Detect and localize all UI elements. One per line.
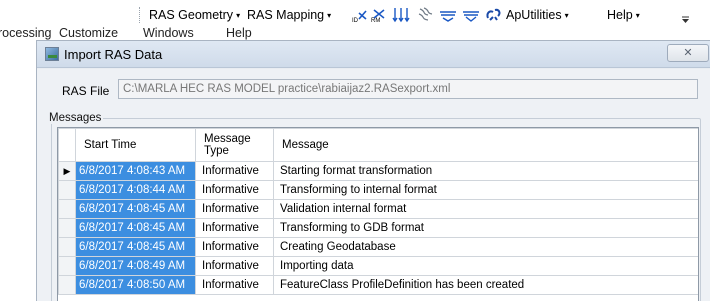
cell-message-type[interactable]: Informative xyxy=(195,237,274,257)
ras-file-label: RAS File xyxy=(62,84,110,98)
cell-message[interactable]: Importing data xyxy=(273,256,698,276)
table-row[interactable]: 6/8/2017 4:08:49 AM Informative Importin… xyxy=(58,256,698,276)
messages-group-label: Messages xyxy=(47,112,104,124)
column-header-message[interactable]: Message xyxy=(273,128,698,162)
help-toolbar-label: Help xyxy=(607,8,633,22)
cell-message[interactable]: FeatureClass ProfileDefinition has been … xyxy=(273,275,698,295)
ras-geometry-menu[interactable]: RAS Geometry ▾ xyxy=(149,8,240,23)
close-button[interactable]: ✕ xyxy=(667,44,709,62)
chevron-down-icon: ▾ xyxy=(564,11,569,20)
cell-message[interactable]: Transforming to internal format xyxy=(273,180,698,200)
chevron-down-icon: ▾ xyxy=(236,11,241,20)
cell-start-time[interactable]: 6/8/2017 4:08:45 AM xyxy=(75,199,196,219)
chevron-down-icon: ▾ xyxy=(635,11,640,20)
cell-start-time[interactable]: 6/8/2017 4:08:49 AM xyxy=(75,256,196,276)
aputilities-label: ApUtilities xyxy=(506,8,562,22)
row-header-corner xyxy=(58,128,76,162)
ras-file-field[interactable] xyxy=(118,79,698,99)
flow-path-icon[interactable] xyxy=(416,6,434,24)
cell-message[interactable]: Creating Geodatabase xyxy=(273,237,698,257)
table-row[interactable]: 6/8/2017 4:08:45 AM Informative Validati… xyxy=(58,199,698,219)
cell-start-time[interactable]: 6/8/2017 4:08:43 AM xyxy=(75,161,196,181)
menu-help[interactable]: Help xyxy=(226,26,252,40)
cell-message-type[interactable]: Informative xyxy=(195,256,274,276)
cell-message[interactable]: Starting format transformation xyxy=(273,161,698,181)
row-selector[interactable] xyxy=(58,237,76,257)
table-row[interactable]: 6/8/2017 4:08:44 AM Informative Transfor… xyxy=(58,180,698,200)
import-ras-icon xyxy=(45,47,59,61)
aputilities-menu[interactable]: ApUtilities ▾ xyxy=(506,8,569,23)
table-header-row: Start Time Message Type Message xyxy=(58,128,698,162)
cell-message-type[interactable]: Informative xyxy=(195,161,274,181)
table-row[interactable]: 6/8/2017 4:08:45 AM Informative Creating… xyxy=(58,237,698,257)
messages-grid[interactable]: Start Time Message Type Message ▶ 6/8/20… xyxy=(57,127,699,301)
cell-message-type[interactable]: Informative xyxy=(195,218,274,238)
svg-text:ID: ID xyxy=(352,18,359,24)
close-icon: ✕ xyxy=(683,47,693,59)
ras-mapping-menu[interactable]: RAS Mapping ▾ xyxy=(247,8,331,23)
messages-table: Start Time Message Type Message ▶ 6/8/20… xyxy=(58,128,698,295)
help-toolbar-menu[interactable]: Help ▾ xyxy=(607,8,640,23)
row-selector[interactable] xyxy=(58,199,76,219)
column-header-message-type[interactable]: Message Type xyxy=(195,128,274,162)
bank-lines-icon[interactable] xyxy=(438,6,458,24)
stream-lines-icon[interactable] xyxy=(392,6,410,24)
row-selector[interactable]: ▶ xyxy=(58,161,76,181)
menu-processing[interactable]: rocessing xyxy=(0,26,52,40)
table-row[interactable]: 6/8/2017 4:08:45 AM Informative Transfor… xyxy=(58,218,698,238)
cell-message[interactable]: Validation internal format xyxy=(273,199,698,219)
dialog-title: Import RAS Data xyxy=(64,47,163,62)
cell-start-time[interactable]: 6/8/2017 4:08:45 AM xyxy=(75,218,196,238)
storage-area-icon[interactable] xyxy=(485,6,503,24)
menu-customize[interactable]: Customize xyxy=(59,26,118,40)
ras-geometry-label: RAS Geometry xyxy=(149,8,234,22)
menu-windows[interactable]: Windows xyxy=(143,26,194,40)
ras-rm-icon[interactable]: RM xyxy=(371,6,387,24)
ras-mapping-label: RAS Mapping xyxy=(247,8,325,22)
cell-message-type[interactable]: Informative xyxy=(195,199,274,219)
cell-start-time[interactable]: 6/8/2017 4:08:45 AM xyxy=(75,237,196,257)
column-header-start-time[interactable]: Start Time xyxy=(75,128,196,162)
column-header-message-type-text: Message Type xyxy=(204,133,251,157)
toolbar-grip[interactable] xyxy=(139,7,143,23)
toolbar-overflow-button[interactable] xyxy=(681,9,690,25)
svg-text:RM: RM xyxy=(371,18,380,24)
levee-icon[interactable] xyxy=(461,6,481,24)
main-menubar: rocessing Customize Windows Help xyxy=(0,26,710,40)
current-row-icon: ▶ xyxy=(63,165,71,176)
table-row[interactable]: 6/8/2017 4:08:50 AM Informative FeatureC… xyxy=(58,275,698,295)
cell-message[interactable]: Transforming to GDB format xyxy=(273,218,698,238)
row-selector[interactable] xyxy=(58,218,76,238)
dialog-titlebar[interactable]: Import RAS Data ✕ xyxy=(37,41,710,68)
cell-message-type[interactable]: Informative xyxy=(195,180,274,200)
cell-start-time[interactable]: 6/8/2017 4:08:50 AM xyxy=(75,275,196,295)
table-row[interactable]: ▶ 6/8/2017 4:08:43 AM Informative Starti… xyxy=(58,161,698,181)
import-ras-data-dialog: Import RAS Data ✕ RAS File Messages Star… xyxy=(36,40,710,301)
cell-start-time[interactable]: 6/8/2017 4:08:44 AM xyxy=(75,180,196,200)
row-selector[interactable] xyxy=(58,180,76,200)
cell-message-type[interactable]: Informative xyxy=(195,275,274,295)
row-selector[interactable] xyxy=(58,275,76,295)
row-selector[interactable] xyxy=(58,256,76,276)
ras-xs-icon[interactable]: ID xyxy=(352,6,368,24)
chevron-down-icon: ▾ xyxy=(327,11,332,20)
